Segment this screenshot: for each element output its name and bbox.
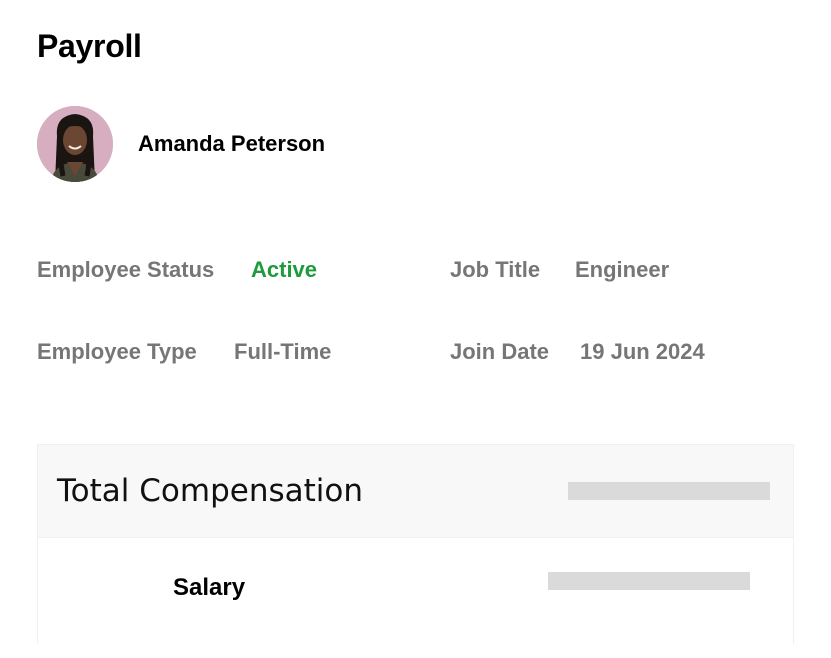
salary-value-placeholder [548, 572, 750, 590]
total-compensation-header: Total Compensation [38, 445, 793, 537]
employee-status-value: Active [251, 257, 318, 282]
employee-type-label: Employee Type [37, 339, 197, 364]
total-compensation-card: Total Compensation Salary [37, 444, 794, 658]
job-title-label: Job Title [450, 257, 541, 282]
job-title-value: Engineer [575, 257, 670, 282]
compensation-details: Salary [38, 537, 793, 658]
employee-type-value: Full-Time [234, 339, 332, 364]
page-title: Payroll [37, 28, 142, 64]
employee-status-label: Employee Status [37, 257, 215, 282]
join-date-value: 19 Jun 2024 [580, 339, 705, 364]
total-compensation-value-placeholder [568, 482, 770, 500]
join-date-label: Join Date [450, 339, 550, 364]
total-compensation-title: Total Compensation [57, 473, 363, 509]
employee-name: Amanda Peterson [138, 131, 326, 156]
employee-avatar [37, 106, 113, 182]
salary-label: Salary [173, 574, 246, 601]
person-photo-icon [37, 106, 113, 182]
